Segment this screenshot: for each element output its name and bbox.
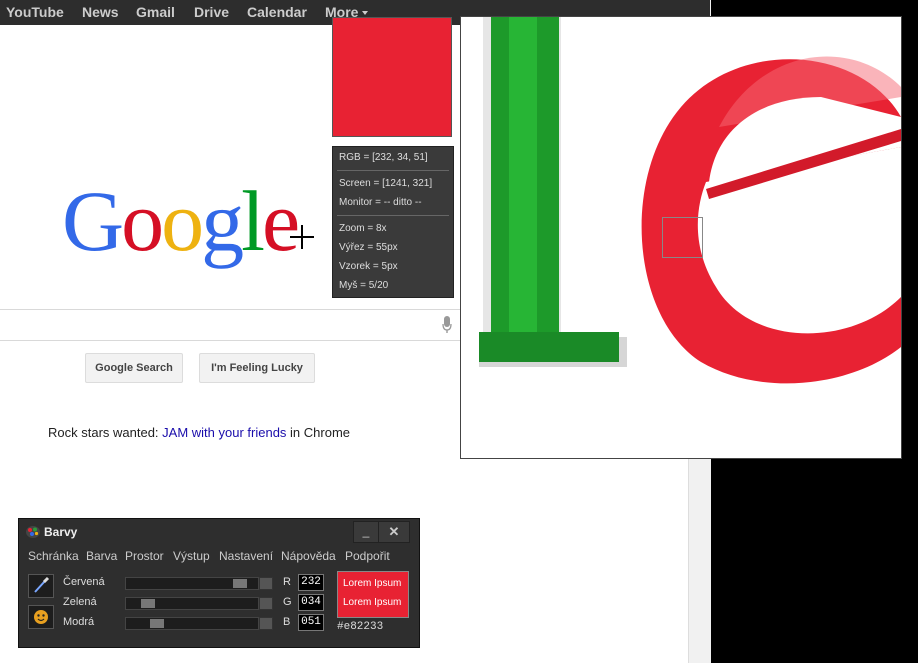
picked-color-swatch [332,17,452,137]
info-mys: Myš = 5/20 [339,280,389,291]
info-vzorek: Vzorek = 5px [339,261,398,272]
minimize-button[interactable]: _ [353,521,379,543]
channel-label-blue: Modrá [63,616,95,628]
magnifier-sample-box [662,217,703,258]
hex-value[interactable]: #e82233 [337,621,383,633]
channel-letter-b: B [283,616,291,628]
close-button[interactable]: ✕ [378,521,410,543]
palette-icon [26,526,40,538]
slider-blue[interactable] [125,617,259,630]
eyedropper-icon [34,576,50,593]
red-value-input[interactable]: 232 [298,574,324,591]
crosshair-vertical [301,225,303,249]
promo-text: Rock stars wanted: JAM with your friends… [48,425,350,440]
menu-napoveda[interactable]: Nápověda [281,549,336,563]
gbar-link-drive[interactable]: Drive [194,4,229,20]
gbar-link-calendar[interactable]: Calendar [247,4,307,20]
info-zoom: Zoom = 8x [339,223,387,234]
promo-prefix: Rock stars wanted: [48,425,163,440]
info-vyrez: Výřez = 55px [339,242,398,253]
slider-green[interactable] [125,597,259,610]
channel-label-red: Červená [63,576,105,588]
face-icon [34,610,48,624]
preview-text-1: Lorem Ipsum [343,578,402,589]
google-search-button[interactable]: Google Search [85,353,183,383]
logo-letter-g: G [62,173,124,269]
picker-info-panel: RGB = [232, 34, 51] Screen = [1241, 321]… [332,146,454,298]
magnifier-view [460,16,902,459]
slider-right-arrow-icon[interactable] [259,577,273,590]
slider-right-arrow-icon[interactable] [259,617,273,630]
blue-value-input[interactable]: 051 [298,614,324,631]
info-rgb: RGB = [232, 34, 51] [339,152,428,163]
slider-thumb[interactable] [141,599,155,608]
channel-letter-r: R [283,576,291,588]
magnifier-tool-button[interactable] [28,605,54,629]
menu-prostor[interactable]: Prostor [125,549,164,563]
menu-vystup[interactable]: Výstup [173,549,210,563]
preview-text-2: Lorem Ipsum [343,597,402,608]
channel-label-green: Zelená [63,596,97,608]
logo-letter-o1: o [121,173,164,269]
info-divider [337,215,449,216]
gbar-link-news[interactable]: News [82,4,119,20]
gbar-link-youtube[interactable]: YouTube [6,4,64,20]
logo-letter-l: l [241,173,265,269]
google-logo: Google [62,178,300,264]
eyedropper-button[interactable] [28,574,54,598]
feeling-lucky-button[interactable]: I'm Feeling Lucky [199,353,315,383]
caret-down-icon [362,11,369,16]
slider-thumb[interactable] [233,579,247,588]
promo-link[interactable]: JAM with your friends [162,425,286,440]
menu-nastaveni[interactable]: Nastavení [219,549,273,563]
slider-right-arrow-icon[interactable] [259,597,273,610]
menu-podporit[interactable]: Podpořit [345,549,390,563]
slider-red[interactable] [125,577,259,590]
gbar-link-gmail[interactable]: Gmail [136,4,175,20]
channel-letter-g: G [283,596,292,608]
logo-letter-o2: o [161,173,204,269]
microphone-icon[interactable] [442,316,452,334]
window-title: Barvy [44,525,78,539]
slider-thumb[interactable] [150,619,164,628]
info-monitor: Monitor = -- ditto -- [339,197,422,208]
barvy-window[interactable]: Barvy _ ✕ Schránka Barva Prostor Výstup … [18,518,420,648]
info-divider [337,170,449,171]
color-preview: Lorem Ipsum Lorem Ipsum [337,571,409,618]
logo-letter-e: e [262,173,300,269]
menu-schranka[interactable]: Schránka [28,549,79,563]
promo-suffix: in Chrome [286,425,350,440]
menu-barva[interactable]: Barva [86,549,117,563]
logo-letter-g2: g [201,173,244,269]
info-screen: Screen = [1241, 321] [339,178,433,189]
green-value-input[interactable]: 034 [298,594,324,611]
search-input[interactable] [0,309,461,341]
